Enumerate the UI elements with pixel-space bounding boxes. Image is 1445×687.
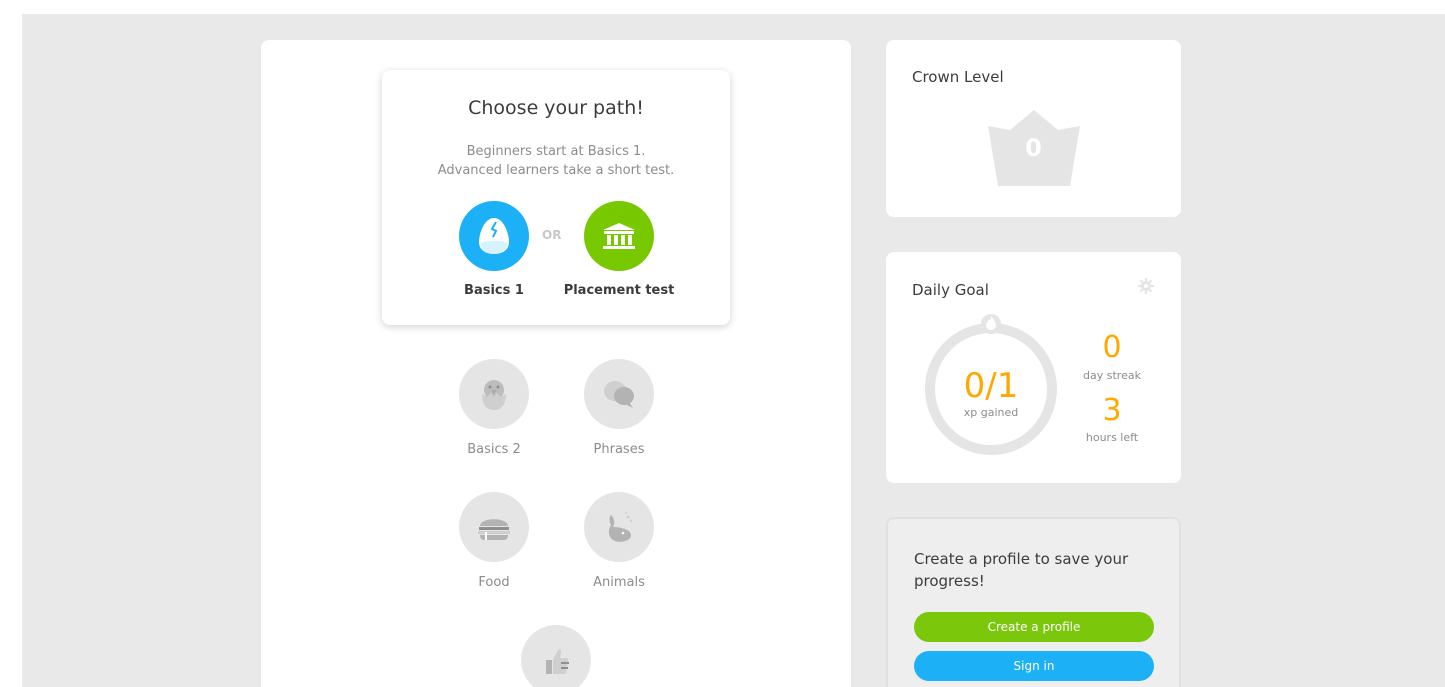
skill-basics2-circle[interactable] <box>459 359 529 429</box>
skill-animals-label: Animals <box>593 575 645 590</box>
chick-icon <box>482 380 506 410</box>
skill-basics2-label: Basics 2 <box>467 442 521 457</box>
daily-goal-title: Daily Goal <box>912 281 989 299</box>
skill-thumbs-up-circle[interactable] <box>521 625 591 687</box>
placement-test-button[interactable] <box>584 201 654 271</box>
crown-level-card: Crown Level 0 <box>886 40 1181 217</box>
choose-path-description: Beginners start at Basics 1. Advanced le… <box>382 142 730 180</box>
streak-value: 0 <box>1102 330 1122 365</box>
crown-level-value: 0 <box>1025 134 1042 162</box>
burger-icon <box>478 519 510 540</box>
whale-icon <box>608 512 633 542</box>
basics1-label: Basics 1 <box>464 283 524 298</box>
skill-food-circle[interactable] <box>459 492 529 562</box>
placement-test-label: Placement test <box>563 283 675 298</box>
choose-path-desc-line1: Beginners start at Basics 1. <box>466 144 646 159</box>
or-separator: OR <box>542 228 562 242</box>
thumbs-up-icon <box>546 649 569 674</box>
xp-progress-value: 0/1 <box>963 366 1019 406</box>
choose-path-desc-line2: Advanced learners take a short test. <box>437 163 675 178</box>
egg-icon <box>479 218 509 254</box>
skill-thumbs-up[interactable] <box>486 625 626 687</box>
create-profile-button[interactable]: Create a profile <box>914 612 1154 642</box>
skill-basics2[interactable]: Basics 2 <box>424 359 564 457</box>
choose-path-card: Choose your path! Beginners start at Bas… <box>382 70 730 325</box>
daily-goal-card: Daily Goal 0/1 xp gained 0 day streak 3 … <box>886 252 1181 483</box>
skill-food-label: Food <box>478 575 510 590</box>
skill-phrases-label: Phrases <box>593 442 645 457</box>
skill-food[interactable]: Food <box>424 492 564 590</box>
institution-icon <box>603 223 635 249</box>
flame-icon <box>981 314 1001 334</box>
create-profile-prompt: Create a profile to save your progress! <box>914 550 1129 590</box>
crown-level-title: Crown Level <box>912 68 1004 86</box>
basics1-button[interactable] <box>459 201 529 271</box>
skill-phrases[interactable]: Phrases <box>549 359 689 457</box>
speech-bubbles-icon <box>604 381 634 408</box>
sign-in-button[interactable]: Sign in <box>914 651 1154 681</box>
skill-phrases-circle[interactable] <box>584 359 654 429</box>
xp-progress-label: xp gained <box>963 406 1019 419</box>
streak-label: day streak <box>1083 369 1141 382</box>
skill-animals[interactable]: Animals <box>549 492 689 590</box>
gear-icon[interactable] <box>1138 278 1154 294</box>
choose-path-title: Choose your path! <box>468 97 644 119</box>
create-profile-card: Create a profile to save your progress! … <box>886 517 1181 687</box>
hours-left-label: hours left <box>1085 431 1139 444</box>
hours-left-value: 3 <box>1102 393 1122 428</box>
skill-animals-circle[interactable] <box>584 492 654 562</box>
